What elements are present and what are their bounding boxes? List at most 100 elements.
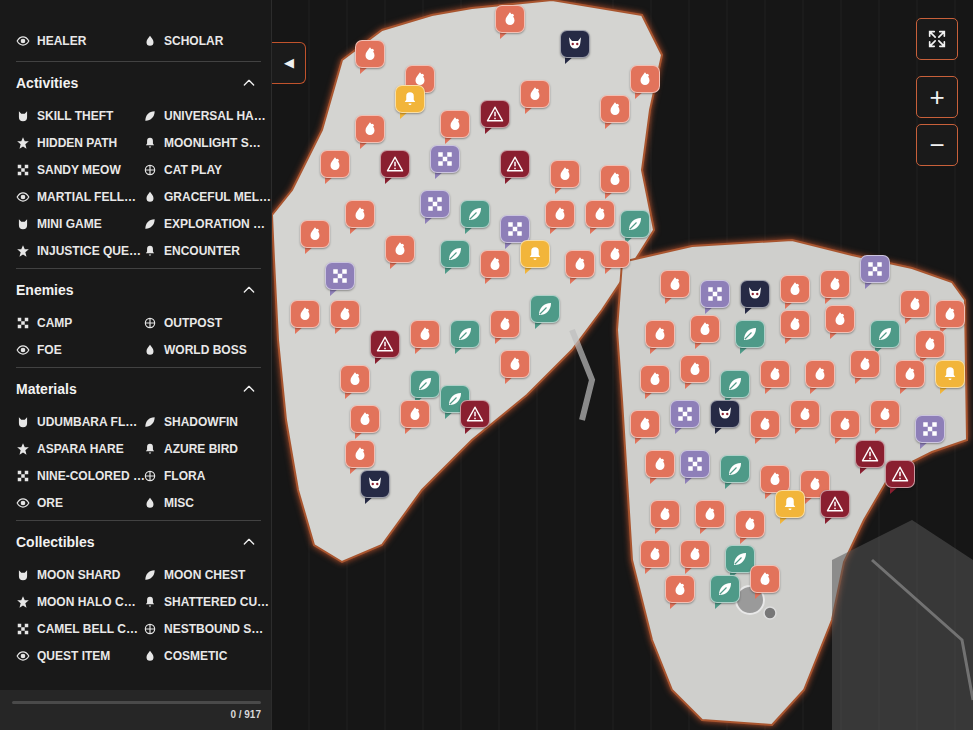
map-pin[interactable]	[780, 275, 810, 310]
map-pin[interactable]	[700, 280, 730, 315]
map-pin[interactable]	[710, 575, 740, 610]
map-pin[interactable]	[520, 240, 550, 275]
map-pin[interactable]	[735, 320, 765, 355]
map-pin[interactable]	[345, 200, 375, 235]
filter-item[interactable]: MINI GAME	[16, 210, 143, 237]
zoom-in-button[interactable]: +	[916, 76, 958, 118]
section-header[interactable]: Activities	[16, 69, 261, 97]
filter-item[interactable]: UDUMBARA FL…	[16, 408, 143, 435]
map-pin[interactable]	[600, 95, 630, 130]
map-pin[interactable]	[530, 295, 560, 330]
map-pin[interactable]	[640, 365, 670, 400]
filter-item[interactable]: MOON SHARD	[16, 561, 143, 588]
map-pin[interactable]	[500, 150, 530, 185]
filter-item[interactable]: CAT PLAY	[143, 156, 262, 183]
map-pin[interactable]	[360, 470, 390, 505]
map-pin[interactable]	[440, 110, 470, 145]
filter-item[interactable]: SANDY MEOW	[16, 156, 143, 183]
map-pin[interactable]	[585, 200, 615, 235]
map-pin[interactable]	[320, 150, 350, 185]
map-pin[interactable]	[645, 320, 675, 355]
map-pin[interactable]	[775, 490, 805, 525]
map-pin[interactable]	[490, 310, 520, 345]
filter-item[interactable]: AZURE BIRD	[143, 435, 262, 462]
map-pin[interactable]	[545, 200, 575, 235]
filter-item[interactable]: GRACEFUL MEL…	[143, 183, 262, 210]
map-pin[interactable]	[710, 400, 740, 435]
filter-item[interactable]: EXPLORATION …	[143, 210, 262, 237]
map-pin[interactable]	[670, 400, 700, 435]
map-pin[interactable]	[805, 360, 835, 395]
map-pin[interactable]	[520, 80, 550, 115]
map-pin[interactable]	[400, 400, 430, 435]
filter-item[interactable]: QUEST ITEM	[16, 642, 143, 669]
filter-item[interactable]: OUTPOST	[143, 309, 262, 336]
fullscreen-button[interactable]	[916, 18, 958, 60]
map-pin[interactable]	[660, 270, 690, 305]
filter-item[interactable]: SHATTERED CU…	[143, 588, 262, 615]
map-pin[interactable]	[820, 490, 850, 525]
map-pin[interactable]	[695, 500, 725, 535]
map-pin[interactable]	[900, 290, 930, 325]
map-pin[interactable]	[420, 190, 450, 225]
map-pin[interactable]	[340, 365, 370, 400]
filter-item[interactable]: WORLD BOSS	[143, 336, 262, 363]
map-pin[interactable]	[480, 250, 510, 285]
map-pin[interactable]	[355, 115, 385, 150]
map-pin[interactable]	[495, 5, 525, 40]
map-pin[interactable]	[665, 575, 695, 610]
map-pin[interactable]	[380, 150, 410, 185]
map-pin[interactable]	[550, 160, 580, 195]
map-pin[interactable]	[290, 300, 320, 335]
map-pin[interactable]	[325, 262, 355, 297]
filter-item[interactable]: ENCOUNTER	[143, 237, 262, 264]
map-pin[interactable]	[680, 355, 710, 390]
map-pin[interactable]	[300, 220, 330, 255]
map-pin[interactable]	[450, 320, 480, 355]
filter-item[interactable]: CAMP	[16, 309, 143, 336]
map-pin[interactable]	[330, 300, 360, 335]
map-pin[interactable]	[395, 85, 425, 120]
filter-item[interactable]: MOONLIGHT S…	[143, 129, 262, 156]
filter-item[interactable]: FOE	[16, 336, 143, 363]
map-pin[interactable]	[645, 450, 675, 485]
map-pin[interactable]	[630, 410, 660, 445]
map-pin[interactable]	[350, 405, 380, 440]
section-header[interactable]: Collectibles	[16, 528, 261, 556]
filter-item[interactable]: HIDDEN PATH	[16, 129, 143, 156]
map-pin[interactable]	[640, 540, 670, 575]
map-pin[interactable]	[600, 165, 630, 200]
filter-item[interactable]: NINE-COLORED …	[16, 462, 143, 489]
map-pin[interactable]	[895, 360, 925, 395]
filter-item[interactable]: MARTIAL FELL…	[16, 183, 143, 210]
map-pin[interactable]	[440, 240, 470, 275]
filter-item[interactable]: SHADOWFIN	[143, 408, 262, 435]
filter-item[interactable]: HEALER	[16, 27, 143, 54]
filter-item[interactable]: INJUSTICE QUE…	[16, 237, 143, 264]
map-view[interactable]: +−	[272, 0, 973, 730]
map-pin[interactable]	[720, 455, 750, 490]
map-pin[interactable]	[855, 440, 885, 475]
map-pin[interactable]	[560, 30, 590, 65]
map-pin[interactable]	[750, 565, 780, 600]
map-pin[interactable]	[410, 320, 440, 355]
map-pin[interactable]	[460, 200, 490, 235]
map-pin[interactable]	[735, 510, 765, 545]
filter-item[interactable]: MOON HALO C…	[16, 588, 143, 615]
section-header[interactable]: Enemies	[16, 276, 261, 304]
map-pin[interactable]	[680, 540, 710, 575]
map-pin[interactable]	[915, 415, 945, 450]
filter-item[interactable]: MOON CHEST	[143, 561, 262, 588]
map-pin[interactable]	[760, 360, 790, 395]
map-pin[interactable]	[565, 250, 595, 285]
map-pin[interactable]	[385, 235, 415, 270]
map-pin[interactable]	[850, 350, 880, 385]
collapse-button[interactable]: ◀	[272, 42, 306, 84]
filter-item[interactable]: UNIVERSAL HA…	[143, 102, 262, 129]
map-pin[interactable]	[860, 255, 890, 290]
map-pin[interactable]	[825, 305, 855, 340]
map-pin[interactable]	[790, 400, 820, 435]
map-pin[interactable]	[500, 350, 530, 385]
filter-item[interactable]: NESTBOUND S…	[143, 615, 262, 642]
map-pin[interactable]	[600, 240, 630, 275]
